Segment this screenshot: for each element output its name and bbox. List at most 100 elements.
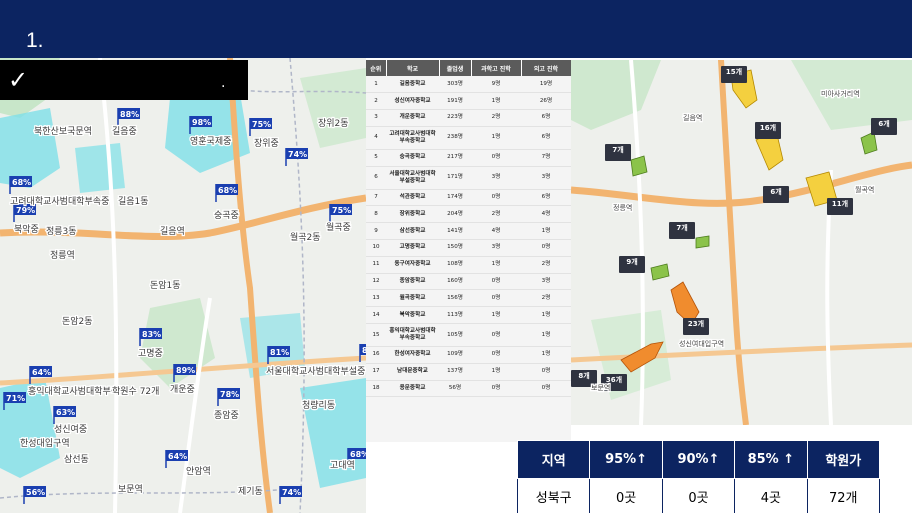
ranking-cell-grads: 141명 — [439, 222, 471, 241]
ranking-cell-grads: 303명 — [439, 76, 471, 94]
ranking-cell-grads: 174명 — [439, 189, 471, 207]
academy-count-badge[interactable]: 9개 — [619, 256, 645, 273]
ranking-cell-grads: 137명 — [439, 363, 471, 381]
school-zone — [75, 143, 125, 193]
coverage-badge-label: 68% — [12, 178, 31, 187]
academy-count-label: 6개 — [878, 119, 889, 128]
ranking-row[interactable]: 1 길음중학교 303명 9명 19명 — [366, 76, 571, 94]
coverage-badge[interactable]: 56% — [23, 486, 46, 504]
ranking-cell-grads: 156명 — [439, 289, 471, 308]
ranking-row[interactable]: 18 용문중학교 56명 0명 0명 — [366, 380, 571, 398]
academy-count-label: 7개 — [612, 145, 623, 154]
academy-count-label: 6개 — [770, 187, 781, 196]
left-map-label: 영훈국제중 — [190, 135, 231, 147]
academy-count-label: 9개 — [626, 257, 637, 266]
academy-count-badge[interactable]: 7개 — [605, 144, 631, 161]
coverage-badge-label: 56% — [26, 488, 45, 497]
academy-count-badge[interactable]: 7개 — [669, 222, 695, 239]
ranking-cell-rank: 18 — [366, 380, 386, 398]
left-map-label: 서울대학교사범대학부설중 — [266, 366, 365, 377]
school-ranking-table: 순위 학교 졸업생 과학고 진학 외고 진학 1 길음중학교 303명 9명 19명 2 성신여자중… — [366, 60, 572, 442]
ranking-cell-rank: 11 — [366, 256, 386, 274]
ranking-cell-grads: 108명 — [439, 256, 471, 274]
right-map-label: 미아사거리역 — [821, 89, 860, 98]
coverage-badge-label: 98% — [192, 118, 211, 127]
left-map-label: 정릉역 — [50, 250, 75, 261]
region-summary-table: 지역 95%↑ 90%↑ 85% ↑ 학원가 성북구 0곳 0곳 4곳 72개 — [516, 440, 881, 513]
ranking-cell-lang: 1명 — [521, 346, 571, 364]
coverage-badge-label: 75% — [252, 120, 271, 129]
ranking-row[interactable]: 14 북악중학교 113명 1명 1명 — [366, 306, 571, 325]
right-map-label: 보문역 — [591, 383, 610, 392]
academy-count-badge[interactable]: 11개 — [827, 198, 853, 215]
ranking-row[interactable]: 7 석관중학교 174명 0명 6명 — [366, 189, 571, 207]
ranking-cell-school: 성신여자중학교 — [386, 92, 439, 111]
academy-count-badge[interactable]: 16개 — [755, 122, 781, 139]
academy-count-badge[interactable]: 6개 — [763, 186, 789, 203]
left-map-label: 북한산보국문역 — [34, 126, 92, 137]
ranking-row[interactable]: 5 숭곡중학교 217명 0명 7명 — [366, 149, 571, 167]
ranking-row[interactable]: 11 동구여자중학교 108명 1명 2명 — [366, 256, 571, 274]
academy-count-badge[interactable]: 23개 — [683, 318, 709, 335]
ranking-cell-grads: 150명 — [439, 239, 471, 257]
left-map-label: 고려대학교사범대학부속중 — [10, 196, 109, 207]
academy-zone — [630, 155, 648, 177]
left-map-label: 제기동 — [238, 486, 263, 497]
ranking-cell-rank: 5 — [366, 149, 386, 167]
summary-header-cell: 학원가 — [806, 440, 881, 479]
ranking-cell-sci: 0명 — [471, 189, 521, 207]
academy-zone — [650, 263, 670, 281]
ranking-cell-school: 동구여자중학교 — [386, 256, 439, 274]
coverage-badge[interactable]: 78% — [217, 388, 240, 406]
ranking-cell-lang: 1명 — [521, 323, 571, 348]
right-map[interactable]: 15개 16개 6개 7개 6개 11개 7개 9개 23개 36개 8개 정릉역 길음역 미아사거리역… — [571, 60, 912, 425]
ranking-row[interactable]: 12 종암중학교 160명 0명 3명 — [366, 273, 571, 291]
ranking-row[interactable]: 17 남대문중학교 137명 1명 0명 — [366, 363, 571, 381]
ranking-cell-sci: 3명 — [471, 166, 521, 190]
ranking-row[interactable]: 8 장위중학교 204명 2명 4명 — [366, 205, 571, 224]
coverage-badge-label: 68% — [218, 186, 237, 195]
ranking-cell-lang: 1명 — [521, 306, 571, 325]
ranking-cell-rank: 14 — [366, 306, 386, 325]
ranking-header-cell: 과학고 진학 — [471, 60, 522, 76]
ranking-cell-lang: 6명 — [521, 109, 571, 127]
coverage-badge[interactable]: 88% — [117, 108, 140, 126]
ranking-header-cell: 순위 — [366, 60, 387, 76]
ranking-row[interactable]: 15 홍익대학교사범대학부속중학교 105명 0명 1명 — [366, 323, 571, 348]
academy-count-badge[interactable]: 6개 — [871, 118, 897, 135]
coverage-badge[interactable]: 74% — [279, 486, 302, 504]
summary-table: 지역 95%↑ 90%↑ 85% ↑ 학원가 성북구 0곳 0곳 4곳 72개 — [516, 440, 881, 513]
academy-zone — [695, 235, 710, 249]
coverage-badge[interactable]: 63% — [53, 406, 76, 424]
academy-count-label: 8개 — [578, 371, 589, 380]
right-map-label: 길음역 — [683, 113, 702, 122]
coverage-badge[interactable]: 68% — [9, 176, 32, 194]
ranking-cell-grads: 204명 — [439, 205, 471, 224]
academy-count-badge[interactable]: 15개 — [721, 66, 747, 83]
academy-count-label: 7개 — [676, 223, 687, 232]
ranking-row[interactable]: 6 서울대학교사범대학부설중학교 171명 3명 3명 — [366, 166, 571, 190]
summary-cell: 성북구 — [516, 478, 591, 513]
academy-count-label: 11개 — [832, 199, 848, 208]
main-road — [571, 161, 912, 207]
ranking-row[interactable]: 4 고려대학교사범대학부속중학교 238명 1명 6명 — [366, 126, 571, 150]
ranking-cell-sci: 0명 — [471, 273, 521, 291]
ranking-row[interactable]: 13 월곡중학교 156명 0명 2명 — [366, 289, 571, 308]
ranking-row[interactable]: 16 한성여자중학교 109명 0명 1명 — [366, 346, 571, 364]
coverage-badge-label: 78% — [220, 390, 239, 399]
coverage-badge-label: 74% — [282, 488, 301, 497]
coverage-badge[interactable]: 75% — [329, 204, 352, 222]
coverage-badge[interactable]: 74% — [285, 148, 308, 166]
ranking-cell-rank: 2 — [366, 92, 386, 111]
coverage-badge[interactable]: 75% — [249, 118, 272, 136]
ranking-row[interactable]: 3 개운중학교 223명 2명 6명 — [366, 109, 571, 127]
left-map-label: 고명중 — [138, 348, 163, 359]
ranking-row[interactable]: 2 성신여자중학교 191명 1명 26명 — [366, 92, 571, 111]
ranking-row[interactable]: 10 고명중학교 150명 3명 0명 — [366, 239, 571, 257]
ranking-row[interactable]: 9 삼선중학교 141명 4명 1명 — [366, 222, 571, 241]
coverage-badge[interactable]: 68% — [215, 184, 238, 202]
left-map[interactable]: 88% 98% 75% 74% 68% 79% 68% 75% 83% 81% 64% 89% 71% 6… — [0, 58, 366, 513]
ranking-cell-lang: 2명 — [521, 256, 571, 274]
ranking-cell-sci: 2명 — [471, 205, 521, 224]
summary-data-row: 성북구 0곳 0곳 4곳 72개 — [516, 478, 881, 513]
